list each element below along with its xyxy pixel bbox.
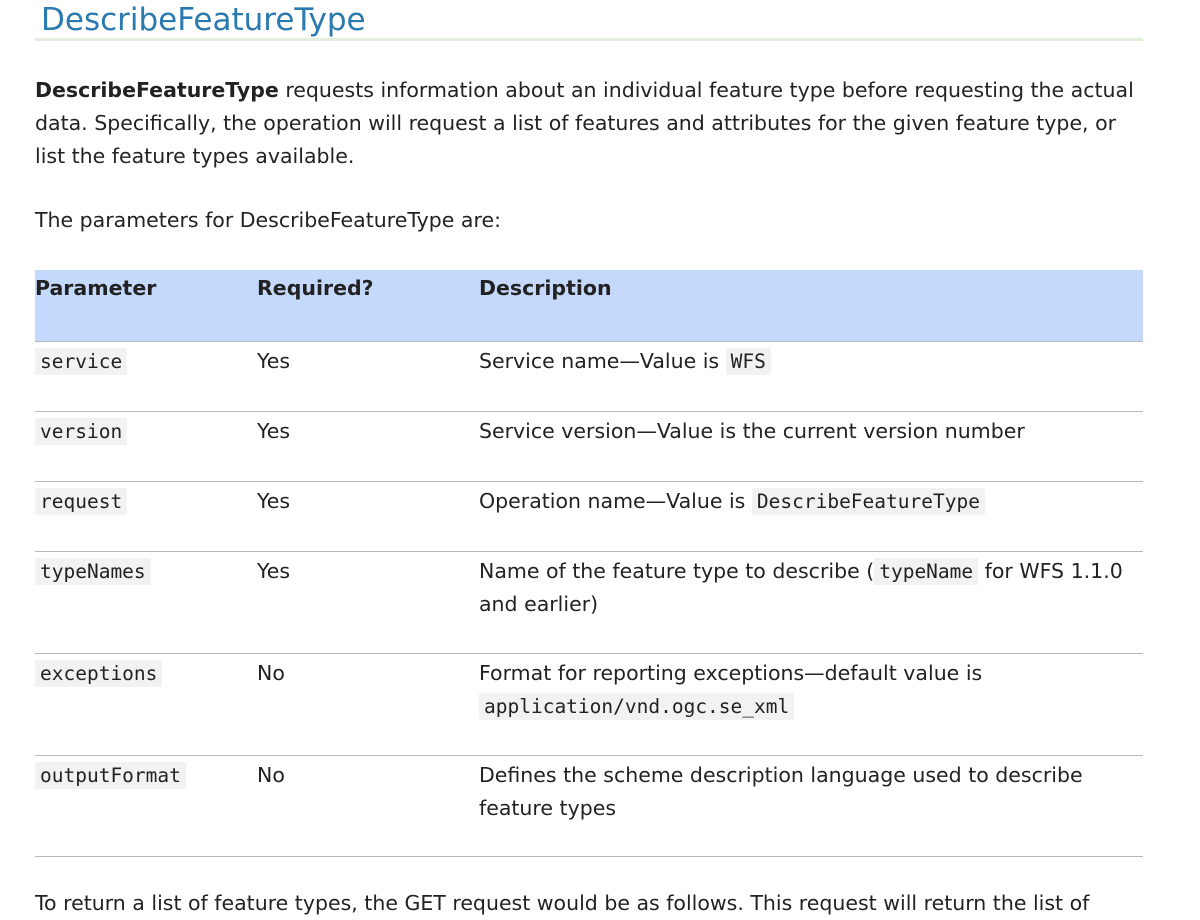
description-cell: Service name—Value is WFS: [479, 341, 1143, 412]
param-code: typeNames: [35, 558, 151, 585]
table-header-row: Parameter Required? Description: [35, 270, 1143, 342]
intro-paragraph: DescribeFeatureType requests information…: [35, 74, 1143, 173]
table-row: outputFormat No Defines the scheme descr…: [35, 755, 1143, 857]
param-code: outputFormat: [35, 762, 186, 789]
required-cell: Yes: [257, 411, 479, 482]
required-cell: No: [257, 653, 479, 756]
description-text: Format for reporting exceptions—default …: [479, 661, 983, 685]
param-cell: version: [35, 411, 257, 482]
table-row: request Yes Operation name—Value is Desc…: [35, 481, 1143, 552]
description-code: application/vnd.ogc.se_xml: [479, 693, 795, 720]
description-text: Service version—Value is the current ver…: [479, 419, 1025, 443]
param-code: exceptions: [35, 660, 163, 687]
required-cell: Yes: [257, 551, 479, 654]
table-row: version Yes Service version—Value is the…: [35, 411, 1143, 482]
header-description: Description: [479, 270, 1143, 342]
description-cell: Service version—Value is the current ver…: [479, 411, 1143, 482]
table-row: service Yes Service name—Value is WFS: [35, 341, 1143, 412]
parameters-table: Parameter Required? Description service …: [35, 270, 1143, 857]
description-code: WFS: [725, 348, 771, 375]
description-text: Defines the scheme description language …: [479, 763, 1083, 820]
description-code: typeName: [874, 558, 979, 585]
param-code: service: [35, 348, 128, 375]
description-text: Service name—Value is: [479, 349, 726, 373]
page-title: DescribeFeatureType: [35, 0, 1143, 41]
header-parameter: Parameter: [35, 270, 257, 342]
required-cell: No: [257, 755, 479, 857]
param-cell: typeNames: [35, 551, 257, 654]
description-cell: Operation name—Value is DescribeFeatureT…: [479, 481, 1143, 552]
required-cell: Yes: [257, 341, 479, 412]
param-cell: outputFormat: [35, 755, 257, 857]
table-row: typeNames Yes Name of the feature type t…: [35, 551, 1143, 654]
description-cell: Defines the scheme description language …: [479, 755, 1143, 857]
description-code: DescribeFeatureType: [751, 488, 985, 515]
document-page: DescribeFeatureType DescribeFeatureType …: [35, 0, 1143, 920]
header-required: Required?: [257, 270, 479, 342]
params-intro: The parameters for DescribeFeatureType a…: [35, 208, 501, 232]
param-code: request: [35, 488, 128, 515]
description-text: Name of the feature type to describe (: [479, 559, 875, 583]
description-cell: Format for reporting exceptions—default …: [479, 653, 1143, 756]
outro-paragraph: To return a list of feature types, the G…: [35, 891, 1090, 915]
param-cell: exceptions: [35, 653, 257, 756]
description-cell: Name of the feature type to describe (ty…: [479, 551, 1143, 654]
table-row: exceptions No Format for reporting excep…: [35, 653, 1143, 756]
param-cell: service: [35, 341, 257, 412]
description-text: Operation name—Value is: [479, 489, 752, 513]
required-cell: Yes: [257, 481, 479, 552]
param-code: version: [35, 418, 128, 445]
intro-term: DescribeFeatureType: [35, 78, 279, 102]
param-cell: request: [35, 481, 257, 552]
